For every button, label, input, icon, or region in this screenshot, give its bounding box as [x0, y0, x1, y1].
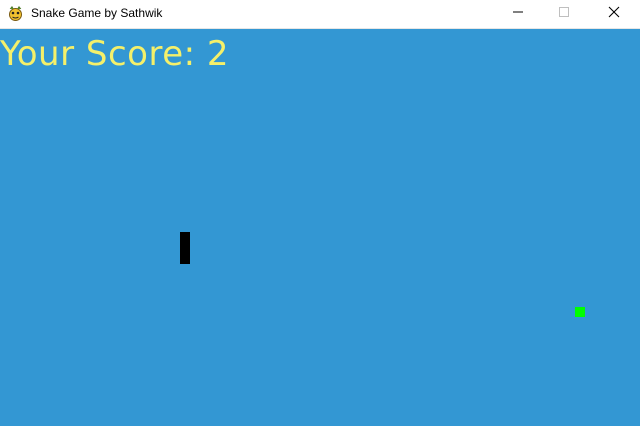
maximize-icon: [558, 5, 570, 23]
maximize-button[interactable]: [541, 0, 587, 28]
pygame-snake-icon: [7, 5, 24, 22]
minimize-icon: [512, 5, 524, 23]
food-item: [575, 307, 585, 317]
title-bar[interactable]: Snake Game by Sathwik: [0, 0, 640, 29]
game-window: Snake Game by Sathwik Your Score: 2: [0, 0, 640, 426]
score-label: Your Score: 2: [0, 34, 230, 74]
close-button[interactable]: [591, 0, 637, 28]
window-title: Snake Game by Sathwik: [31, 6, 163, 20]
snake-body: [180, 232, 190, 264]
close-icon: [608, 5, 620, 23]
game-canvas[interactable]: Your Score: 2: [0, 29, 640, 426]
minimize-button[interactable]: [495, 0, 541, 28]
